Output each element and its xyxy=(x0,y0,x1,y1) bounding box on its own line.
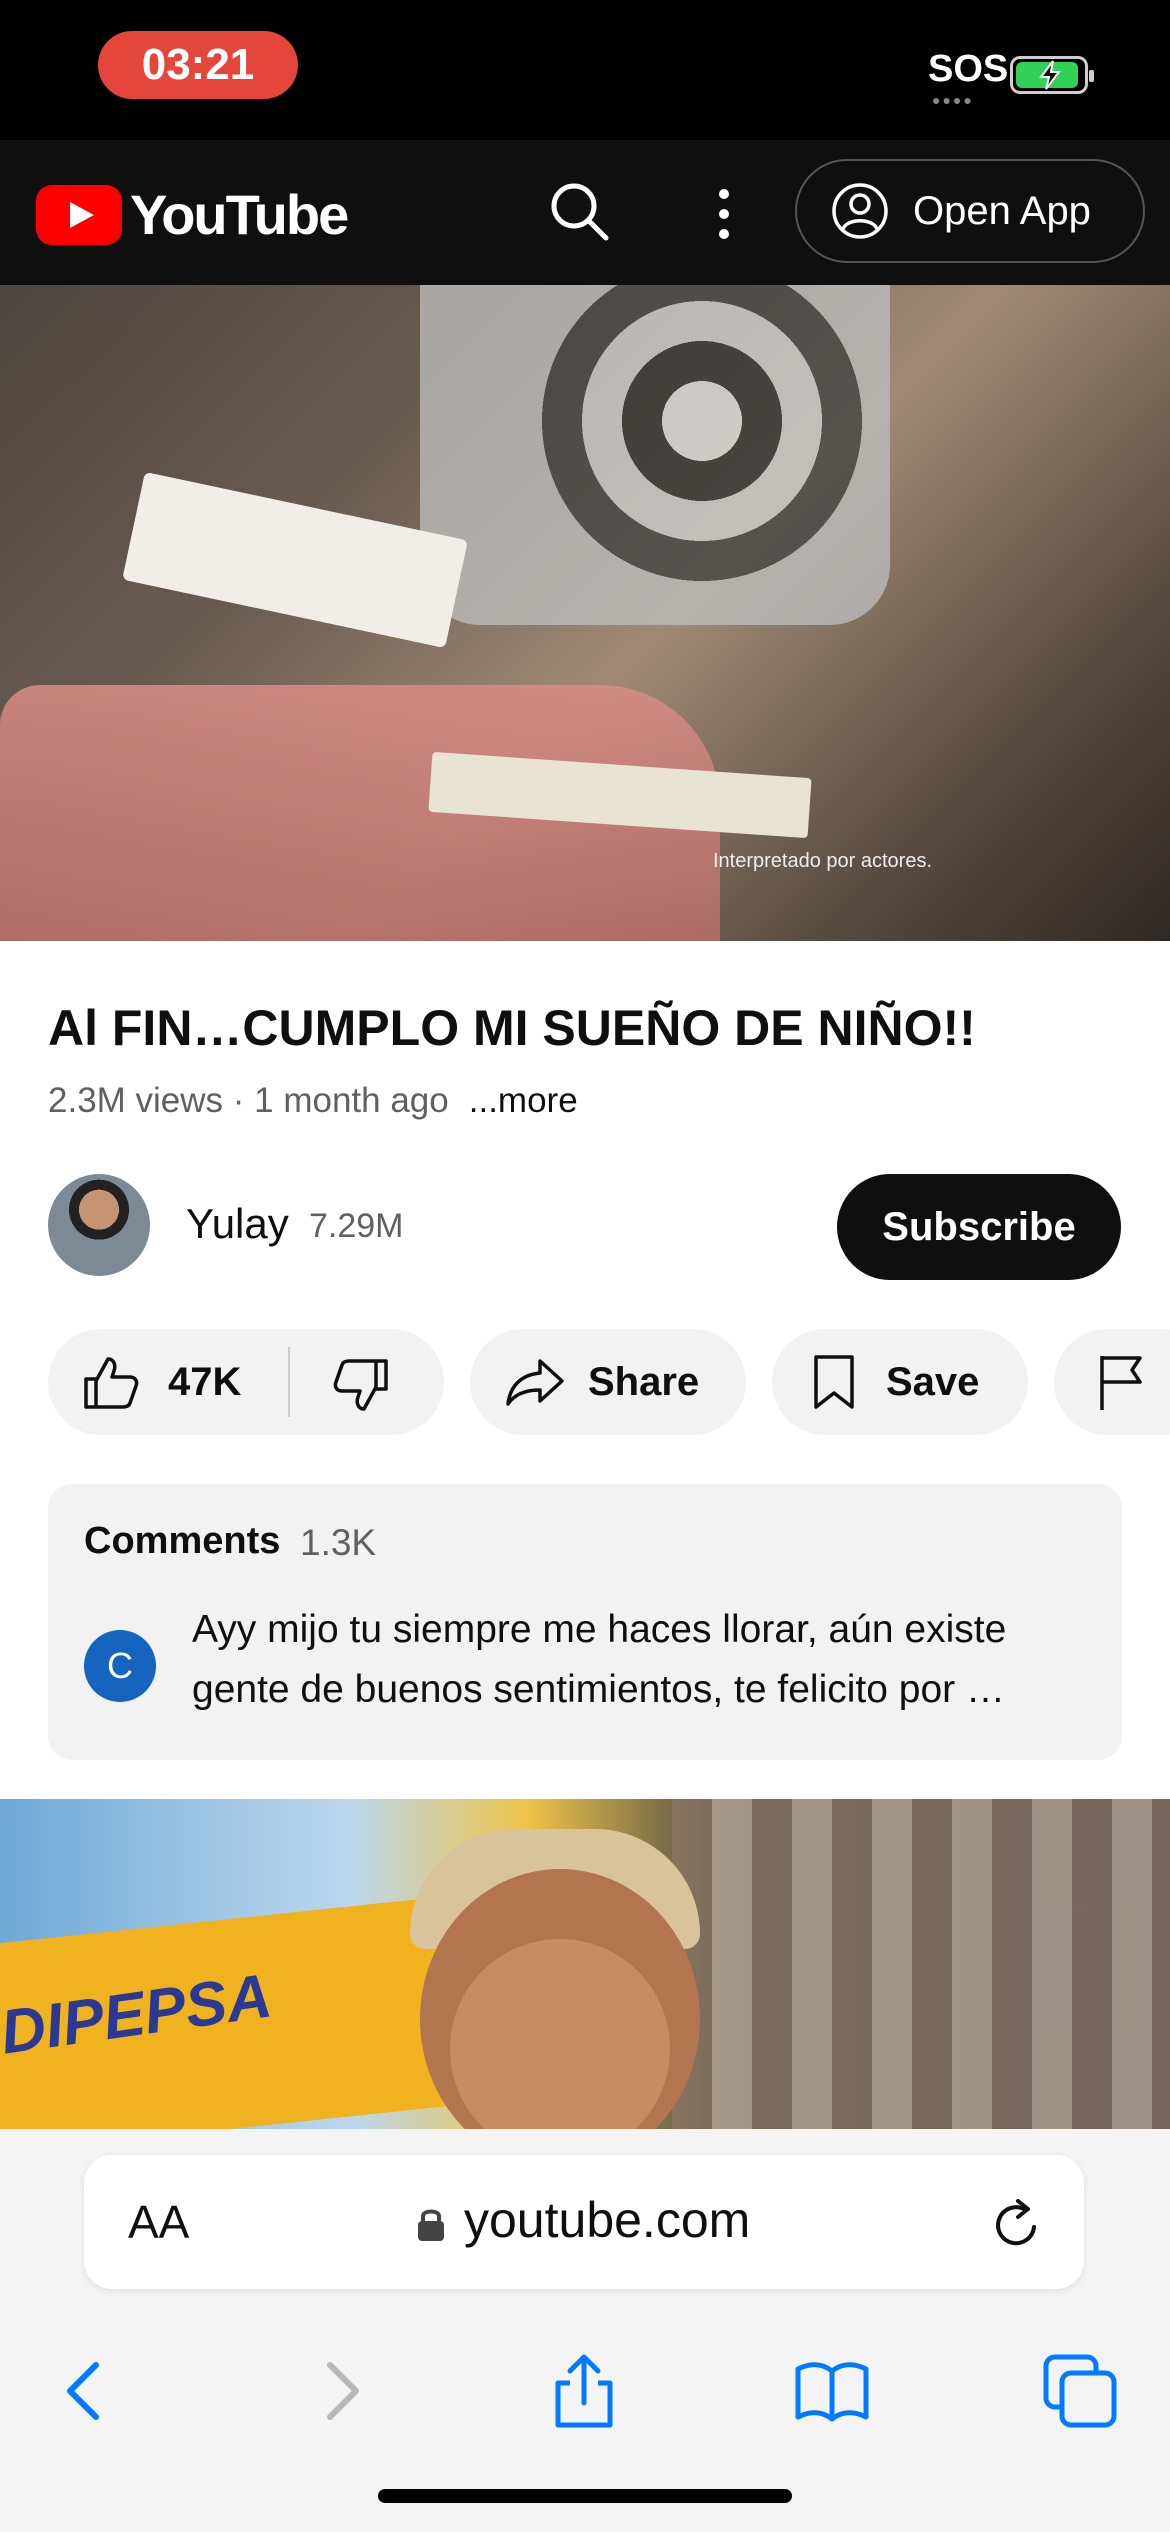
video-player[interactable]: Interpretado por actores. xyxy=(0,285,1170,941)
channel-subscriber-count: 7.29M xyxy=(309,1207,404,1245)
flag-icon xyxy=(1100,1356,1142,1410)
video-frame-shirt xyxy=(420,285,890,625)
thumbs-up-icon[interactable] xyxy=(82,1355,140,1411)
youtube-logo-icon xyxy=(36,184,122,245)
reload-icon[interactable] xyxy=(988,2197,1044,2253)
video-meta[interactable]: 2.3M views · 1 month ago ...more xyxy=(48,1081,578,1121)
safari-nav-bar xyxy=(0,2329,1170,2469)
channel-avatar[interactable] xyxy=(48,1174,150,1276)
safari-toolbar: AA youtube.com xyxy=(0,2129,1170,2532)
video-frame-notebook xyxy=(122,471,468,649)
address-bar[interactable]: AA youtube.com xyxy=(84,2155,1084,2289)
thumbnail-market-scene xyxy=(672,1799,1170,2129)
account-circle-icon xyxy=(832,183,888,239)
text-size-button[interactable]: AA xyxy=(128,2195,189,2249)
comments-heading: Comments xyxy=(84,1520,281,1562)
report-button[interactable] xyxy=(1054,1329,1170,1435)
battery-charging-icon xyxy=(1010,56,1094,94)
youtube-wordmark: YouTube xyxy=(130,183,349,246)
comments-panel[interactable]: Comments 1.3K C Ayy mijo tu siempre me h… xyxy=(48,1484,1122,1760)
more-link[interactable]: ...more xyxy=(469,1081,578,1120)
forward-chevron-icon[interactable] xyxy=(300,2351,380,2431)
like-divider xyxy=(288,1347,290,1417)
like-count: 47K xyxy=(168,1359,242,1404)
search-icon[interactable] xyxy=(548,180,612,244)
video-overlay-caption: Interpretado por actores. xyxy=(713,850,933,872)
open-app-label: Open App xyxy=(913,188,1091,233)
home-indicator xyxy=(378,2489,792,2503)
video-details: Al FIN…CUMPLO MI SUEÑO DE NIÑO!! 2.3M vi… xyxy=(0,941,1170,1799)
bookmarks-icon[interactable] xyxy=(792,2351,872,2431)
thumbs-down-icon[interactable] xyxy=(332,1357,390,1413)
commenter-avatar: C xyxy=(84,1630,156,1702)
top-comment-text: Ayy mijo tu siempre me haces llorar, aún… xyxy=(192,1608,1007,1711)
lock-icon xyxy=(418,2209,444,2241)
tabs-icon[interactable] xyxy=(1040,2351,1120,2431)
save-label: Save xyxy=(886,1359,980,1404)
sos-indicator: SOS xyxy=(928,48,1009,90)
share-label: Share xyxy=(588,1359,700,1404)
subscribe-button[interactable]: Subscribe xyxy=(837,1174,1121,1280)
open-app-button[interactable]: Open App xyxy=(795,159,1145,263)
share-arrow-icon xyxy=(506,1359,564,1406)
more-vert-icon[interactable] xyxy=(700,182,748,246)
next-video-thumbnail[interactable]: DIPEPSA xyxy=(0,1799,1170,2129)
bookmark-icon xyxy=(814,1355,854,1409)
youtube-logo[interactable]: YouTube xyxy=(36,182,349,247)
share-icon[interactable] xyxy=(544,2351,624,2431)
video-title: Al FIN…CUMPLO MI SUEÑO DE NIÑO!! xyxy=(48,1000,976,1056)
views-and-date: 2.3M views · 1 month ago xyxy=(48,1081,449,1120)
back-chevron-icon[interactable] xyxy=(46,2351,126,2431)
url-text[interactable]: youtube.com xyxy=(464,2191,750,2249)
like-dislike-group: 47K xyxy=(48,1329,444,1435)
share-button[interactable]: Share xyxy=(470,1329,746,1435)
status-time: 03:21 xyxy=(98,31,298,99)
signal-dots: ●●●● xyxy=(932,92,974,108)
channel-name[interactable]: Yulay xyxy=(186,1200,289,1248)
status-bar: 03:21 SOS ●●●● xyxy=(0,0,1170,140)
youtube-header: YouTube Open App xyxy=(0,140,1170,285)
comments-count: 1.3K xyxy=(300,1522,377,1563)
save-button[interactable]: Save xyxy=(772,1329,1028,1435)
